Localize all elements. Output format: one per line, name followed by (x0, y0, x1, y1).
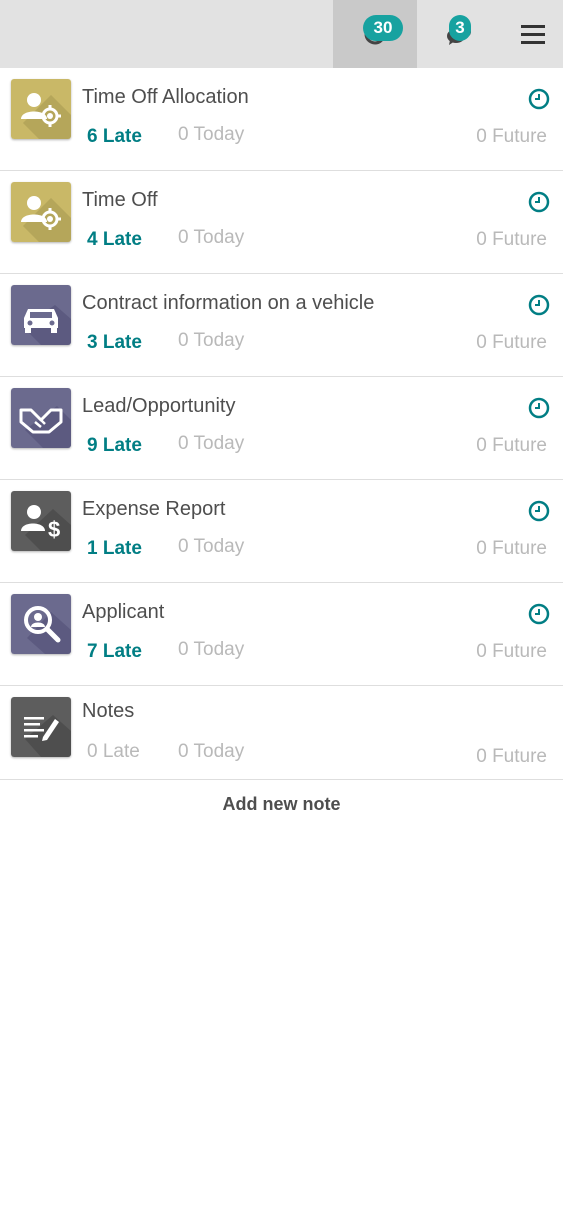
future-count[interactable]: 0 Future (476, 538, 547, 560)
activity-title: Applicant (82, 601, 165, 623)
messaging-menu-button[interactable]: 3 (417, 0, 501, 68)
clock-icon (528, 603, 550, 625)
future-count[interactable]: 0 Future (476, 641, 547, 663)
today-count[interactable]: 0 Today (178, 227, 244, 249)
future-count[interactable]: 0 Future (476, 126, 547, 148)
today-count[interactable]: 0 Today (178, 741, 244, 763)
late-count[interactable]: 0 Late (87, 741, 140, 763)
activity-row-lead-opportunity[interactable]: Lead/Opportunity 9 Late 0 Today 0 Future (0, 377, 563, 480)
activity-row-applicant[interactable]: Applicant 7 Late 0 Today 0 Future (0, 583, 563, 686)
activity-title: Expense Report (82, 498, 226, 520)
late-count[interactable]: 9 Late (87, 435, 142, 457)
late-count[interactable]: 4 Late (87, 229, 142, 251)
clock-icon (528, 397, 550, 419)
today-count[interactable]: 0 Today (178, 330, 244, 352)
activity-menu-button[interactable]: 30 (333, 0, 417, 68)
note-pen-icon (11, 697, 71, 757)
activity-row-notes[interactable]: Notes 0 Late 0 Today 0 Future (0, 686, 563, 780)
today-count[interactable]: 0 Today (178, 639, 244, 661)
magnifier-icon (11, 594, 71, 654)
car-icon (11, 285, 71, 345)
activity-count-badge: 30 (363, 15, 403, 41)
svg-text:$: $ (48, 517, 60, 542)
today-count[interactable]: 0 Today (178, 433, 244, 455)
activity-title: Notes (82, 700, 135, 722)
future-count[interactable]: 0 Future (476, 746, 547, 768)
add-new-note-button[interactable]: Add new note (0, 794, 563, 815)
late-count[interactable]: 7 Late (87, 641, 142, 663)
menu-icon (521, 25, 545, 44)
clock-icon (528, 191, 550, 213)
late-count[interactable]: 3 Late (87, 332, 142, 354)
activity-title: Time Off (82, 189, 158, 211)
late-count[interactable]: 1 Late (87, 538, 142, 560)
activity-title: Lead/Opportunity (82, 395, 236, 417)
activity-row-time-off[interactable]: Time Off 4 Late 0 Today 0 Future (0, 171, 563, 274)
activity-row-expense-report[interactable]: $ Expense Report 1 Late 0 Today 0 Future (0, 480, 563, 583)
clock-icon (528, 294, 550, 316)
late-count[interactable]: 6 Late (87, 126, 142, 148)
future-count[interactable]: 0 Future (476, 332, 547, 354)
activity-row-time-off-allocation[interactable]: Time Off Allocation 6 Late 0 Today 0 Fut… (0, 68, 563, 171)
clock-icon (528, 500, 550, 522)
message-count-badge: 3 (449, 15, 471, 41)
future-count[interactable]: 0 Future (476, 229, 547, 251)
user-gear-icon (11, 182, 71, 242)
activity-row-vehicle-contract[interactable]: Contract information on a vehicle 3 Late… (0, 274, 563, 377)
user-dollar-icon: $ (11, 491, 71, 551)
handshake-icon (11, 388, 71, 448)
future-count[interactable]: 0 Future (476, 435, 547, 457)
clock-icon (528, 88, 550, 110)
activity-title: Time Off Allocation (82, 86, 249, 108)
activity-list: Time Off Allocation 6 Late 0 Today 0 Fut… (0, 68, 563, 780)
user-gear-icon (11, 79, 71, 139)
today-count[interactable]: 0 Today (178, 536, 244, 558)
top-bar: 30 3 (0, 0, 563, 68)
hamburger-menu-button[interactable] (505, 0, 561, 68)
activity-title: Contract information on a vehicle (82, 292, 375, 314)
today-count[interactable]: 0 Today (178, 124, 244, 146)
